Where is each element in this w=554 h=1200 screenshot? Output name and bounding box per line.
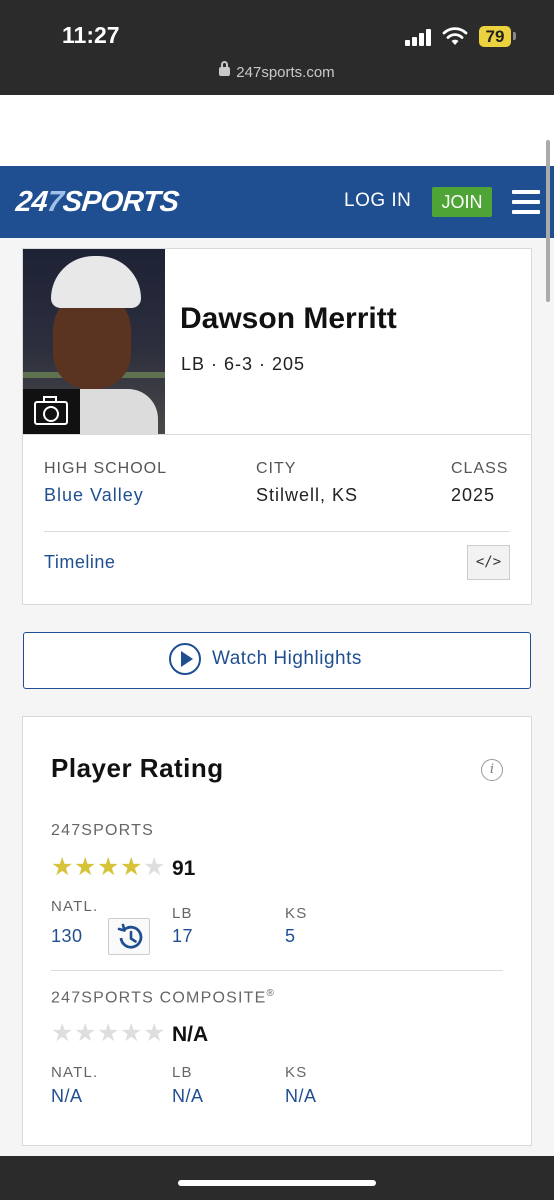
player-rating-title: Player Rating [51, 753, 224, 783]
menu-icon[interactable] [512, 190, 540, 214]
divider [51, 970, 503, 971]
login-link[interactable]: LOG IN [344, 190, 411, 212]
scrollbar[interactable] [546, 140, 550, 302]
star-icon: ★ [74, 853, 97, 881]
state-rank-label: KS [285, 905, 308, 922]
star-icon: ★ [51, 1019, 74, 1047]
camera-icon[interactable] [23, 389, 80, 434]
247sports-label: 247SPORTS [51, 822, 154, 839]
composite-position-value: N/A [172, 1086, 204, 1106]
star-icon: ★ [97, 1019, 120, 1047]
247sports-stars: ★ ★ ★ ★ ★ [51, 853, 166, 881]
composite-label: 247SPORTS COMPOSITE® [51, 988, 275, 1007]
position-rank-link[interactable]: 17 [172, 926, 193, 947]
play-icon [169, 643, 201, 675]
join-button[interactable]: JOIN [432, 187, 492, 217]
home-indicator[interactable] [178, 1180, 376, 1186]
divider [23, 434, 531, 435]
status-time: 11:27 [62, 22, 120, 48]
player-position-height-weight: LB · 6-3 · 205 [181, 354, 306, 374]
star-icon: ★ [143, 853, 166, 881]
star-icon: ★ [120, 1019, 143, 1047]
wifi-icon [442, 27, 468, 45]
url-bar[interactable]: 247sports.com [0, 61, 554, 81]
composite-stars: ★ ★ ★ ★ ★ [51, 1019, 166, 1047]
composite-score: N/A [172, 1023, 209, 1046]
position-rank-label: LB [172, 905, 193, 922]
info-icon[interactable]: i [481, 759, 503, 781]
star-icon: ★ [143, 1019, 166, 1047]
logo-digits: 24 [14, 186, 49, 218]
rank-history-button[interactable] [108, 918, 150, 955]
lock-icon [219, 61, 231, 76]
composite-natl-label: NATL. [51, 1064, 99, 1081]
divider [44, 531, 510, 532]
star-icon: ★ [97, 853, 120, 881]
composite-label-text: 247SPORTS COMPOSITE [51, 989, 267, 1007]
battery-icon: 79 [479, 26, 511, 47]
star-icon: ★ [51, 853, 74, 881]
class-value: 2025 [451, 485, 496, 505]
star-icon: ★ [74, 1019, 97, 1047]
composite-natl-value: N/A [51, 1086, 83, 1106]
cellular-signal-icon [405, 29, 433, 46]
registered-mark: ® [266, 988, 276, 999]
natl-rank-label: NATL. [51, 898, 99, 915]
site-logo[interactable]: 247SPORTS [14, 186, 180, 219]
battery-tip [513, 32, 516, 40]
timeline-link[interactable]: Timeline [44, 552, 115, 573]
class-label: CLASS [451, 460, 509, 477]
state-rank-link[interactable]: 5 [285, 926, 296, 947]
city-label: CITY [256, 460, 297, 477]
natl-rank-link[interactable]: 130 [51, 926, 83, 947]
ad-space [0, 95, 554, 166]
composite-state-value: N/A [285, 1086, 317, 1106]
url-text: 247sports.com [236, 64, 335, 81]
composite-state-label: KS [285, 1064, 308, 1081]
browser-bottom-bar [0, 1156, 554, 1200]
247sports-score: 91 [172, 857, 196, 880]
composite-position-label: LB [172, 1064, 193, 1081]
logo-sports: SPORTS [61, 186, 181, 218]
city-value: Stilwell, KS [256, 485, 359, 505]
watch-highlights-label: Watch Highlights [212, 648, 362, 669]
star-icon: ★ [120, 853, 143, 881]
high-school-link[interactable]: Blue Valley [44, 485, 144, 506]
history-icon [117, 923, 143, 949]
high-school-label: HIGH SCHOOL [44, 460, 168, 477]
embed-code-button[interactable]: </> [467, 545, 510, 580]
player-name: Dawson Merritt [180, 302, 397, 335]
